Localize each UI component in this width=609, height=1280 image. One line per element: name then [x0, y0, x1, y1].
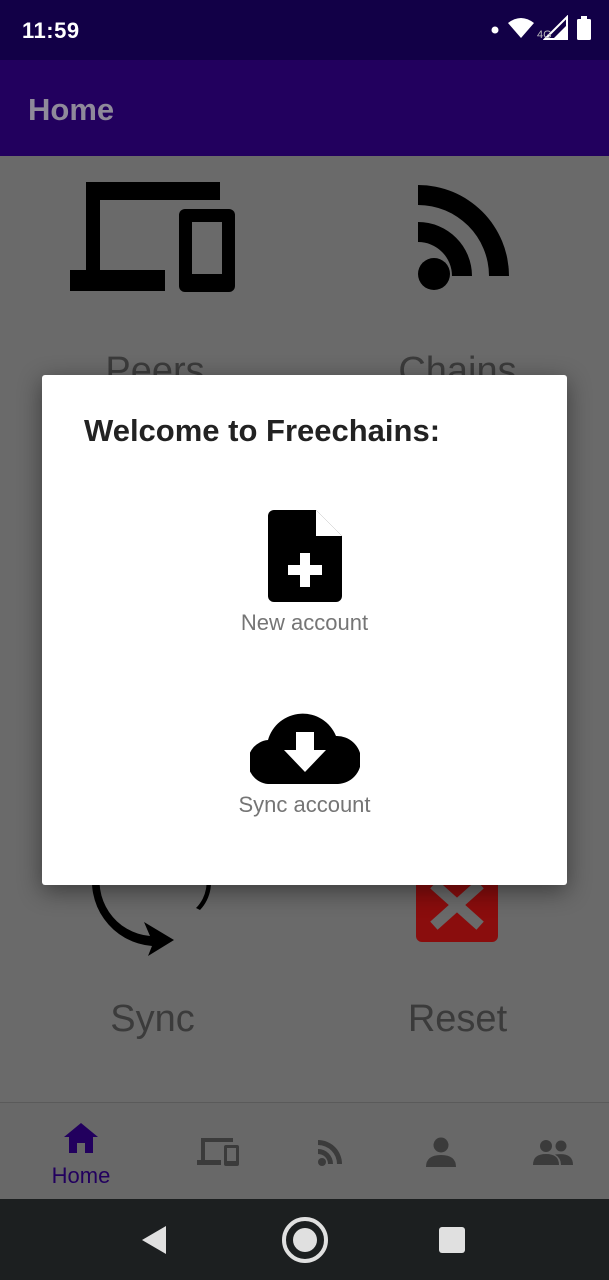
sync-account-option[interactable]: Sync account [42, 710, 567, 818]
sync-account-label: Sync account [238, 792, 371, 817]
bottom-navigation: Home [0, 1102, 609, 1199]
nav-peers[interactable] [168, 1103, 268, 1200]
status-time: 11:59 [22, 18, 80, 43]
grid-item-peers[interactable]: Peers [70, 182, 240, 393]
grid-item-label: Sync [110, 998, 195, 1040]
devices-icon [70, 182, 240, 292]
system-navigation-bar [0, 1199, 609, 1280]
grid-item-sync[interactable]: Sync [70, 860, 235, 1041]
app-bar: Home [0, 60, 609, 156]
wifi-icon [507, 16, 535, 45]
nav-chains[interactable] [279, 1103, 379, 1200]
notification-dot-icon [491, 21, 499, 39]
rss-feed-icon [385, 182, 530, 292]
nav-profile[interactable] [391, 1103, 491, 1200]
network-type: 4G [537, 28, 552, 41]
nav-friends[interactable] [503, 1103, 603, 1200]
back-icon[interactable] [140, 1226, 168, 1259]
new-account-option[interactable]: New account [42, 510, 567, 636]
cellular-signal-icon: 4G [537, 14, 569, 46]
grid-item-chains[interactable]: Chains [385, 182, 530, 393]
new-account-label: New account [240, 610, 369, 635]
home-button-icon[interactable] [280, 1215, 330, 1270]
cloud-download-icon [42, 710, 567, 784]
page-title: Home [28, 92, 115, 127]
dialog-title: Welcome to Freechains: [84, 413, 441, 448]
grid-item-reset[interactable]: Reset [385, 860, 530, 1041]
grid-item-label: Reset [407, 998, 508, 1040]
nav-home-label: Home [51, 1163, 111, 1188]
recents-icon[interactable] [439, 1227, 465, 1258]
nav-home[interactable]: Home [31, 1103, 131, 1200]
battery-icon [577, 15, 591, 45]
welcome-dialog: Welcome to Freechains: New account Sync … [42, 375, 567, 885]
note-add-icon [42, 510, 567, 602]
status-bar: 11:59 4G [0, 0, 609, 60]
status-icons: 4G [491, 14, 591, 46]
